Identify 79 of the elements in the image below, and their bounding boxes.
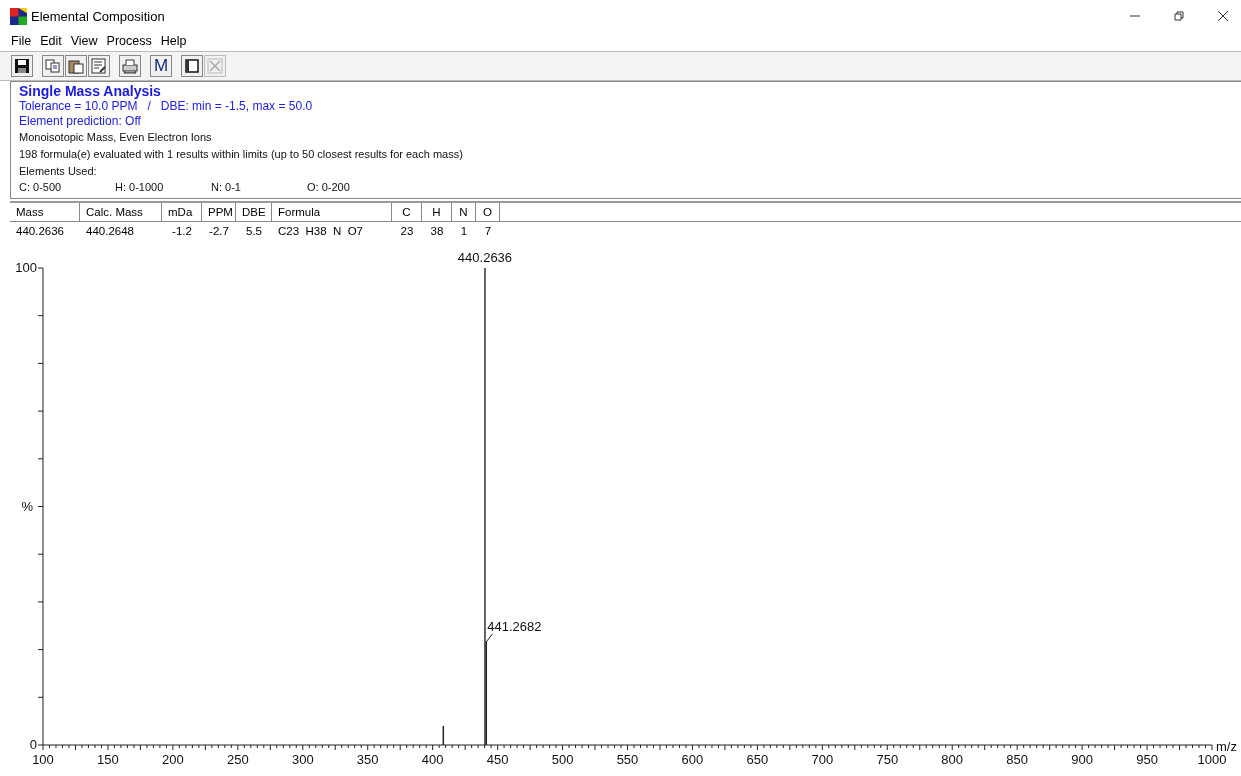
y-axis-label: % xyxy=(21,498,33,514)
x-tick-label: 800 xyxy=(941,752,964,764)
x-tick-label: 150 xyxy=(97,752,119,764)
x-tick-label: 900 xyxy=(1071,752,1093,764)
close-icon[interactable] xyxy=(1217,10,1229,22)
table-cell-text: 38 xyxy=(429,224,445,239)
column-header[interactable]: C xyxy=(392,203,422,221)
column-header[interactable]: DBE xyxy=(236,203,272,221)
table-cell-text: 440.2648 xyxy=(85,224,135,239)
paste-button[interactable] xyxy=(65,55,87,77)
app-icon xyxy=(10,7,27,25)
x-tick-label: 650 xyxy=(746,752,769,764)
x-tick-label: 750 xyxy=(876,752,899,764)
x-tick-label: 450 xyxy=(486,752,509,764)
peak-label: 441.2682 xyxy=(487,618,542,634)
y-tick-label: 0 xyxy=(29,737,37,752)
info-line: Monoisotopic Mass, Even Electron Ions xyxy=(19,130,213,145)
menu-item[interactable]: File xyxy=(11,34,32,48)
restore-icon[interactable] xyxy=(1173,10,1185,22)
element-range: C: 0-500 xyxy=(19,180,63,195)
x-tick-label: 850 xyxy=(1006,752,1028,764)
peak-label: 440.2636 xyxy=(457,250,513,265)
table-cell-text: -2.7 xyxy=(208,224,230,239)
document-icon xyxy=(91,58,107,74)
table-cell-text: C23 H38 N O7 xyxy=(277,224,364,239)
info-line: 198 formula(e) evaluated with 1 results within limits (up to 50 closest results for each mass) xyxy=(19,147,464,162)
copy-button[interactable] xyxy=(42,55,64,77)
x-tick-label: 350 xyxy=(356,752,379,764)
element-range: O: 0-200 xyxy=(307,180,351,195)
y-tick-label: 100 xyxy=(15,260,37,275)
window-button[interactable] xyxy=(181,55,203,77)
x-tick-label: 250 xyxy=(227,752,249,764)
x-axis-label: m/z xyxy=(1216,739,1237,754)
window-icon xyxy=(184,58,200,74)
analysis-heading: Single Mass Analysis xyxy=(19,84,162,99)
column-header[interactable]: mDa xyxy=(162,203,202,221)
leader-line xyxy=(485,633,493,643)
table-cell-text: 1 xyxy=(459,224,469,239)
table-cell-text: 23 xyxy=(399,224,415,239)
spectrum-peak xyxy=(442,725,445,745)
table-cell-text: 440.2636 xyxy=(15,224,65,239)
element-range: N: 0-1 xyxy=(211,180,242,195)
save-button[interactable] xyxy=(11,55,33,77)
column-header[interactable]: H xyxy=(422,203,452,221)
paste-icon xyxy=(68,58,84,74)
x-tick-label: 300 xyxy=(291,752,314,764)
properties-button[interactable] xyxy=(88,55,110,77)
table-cell-text: 7 xyxy=(483,224,493,239)
menu-item[interactable]: Edit xyxy=(40,34,62,48)
settings-line: Element prediction: Off xyxy=(19,114,142,129)
table-cell-text: -1.2 xyxy=(171,224,193,239)
print-button[interactable] xyxy=(119,55,141,77)
settings-line: Tolerance = 10.0 PPM / DBE: min = -1.5, max = 50.0 xyxy=(19,99,314,114)
close-icon xyxy=(207,58,223,74)
elements-label: Elements Used: xyxy=(19,164,98,179)
x-tick-label: 600 xyxy=(681,752,704,764)
x-tick-label: 400 xyxy=(421,752,444,764)
menu-item[interactable]: View xyxy=(70,34,98,48)
x-tick-label: 200 xyxy=(162,752,184,764)
element-range: H: 0-1000 xyxy=(115,180,165,195)
table-cell-text: 5.5 xyxy=(245,224,263,239)
x-tick-label: 700 xyxy=(811,752,834,764)
x-tick-label: 500 xyxy=(551,752,574,764)
column-header[interactable]: O xyxy=(476,203,500,221)
column-header[interactable]: Calc. Mass xyxy=(80,203,162,221)
x-tick-label: 950 xyxy=(1136,752,1158,764)
x-tick-label: 100 xyxy=(32,752,54,764)
menu-item[interactable]: Help xyxy=(160,34,187,48)
menu-item[interactable]: Process xyxy=(106,34,152,48)
printer-icon xyxy=(122,58,138,74)
x-tick-label: 1000 xyxy=(1197,752,1227,764)
column-header[interactable]: PPM xyxy=(202,203,236,221)
copy-icon xyxy=(45,58,61,74)
column-header[interactable]: N xyxy=(452,203,476,221)
window-title: Elemental Composition xyxy=(31,8,165,24)
column-header[interactable]: Mass xyxy=(10,203,80,221)
column-header[interactable]: Formula xyxy=(272,203,392,221)
x-tick-label: 550 xyxy=(616,752,639,764)
toolbar-button[interactable]: M xyxy=(150,55,172,77)
